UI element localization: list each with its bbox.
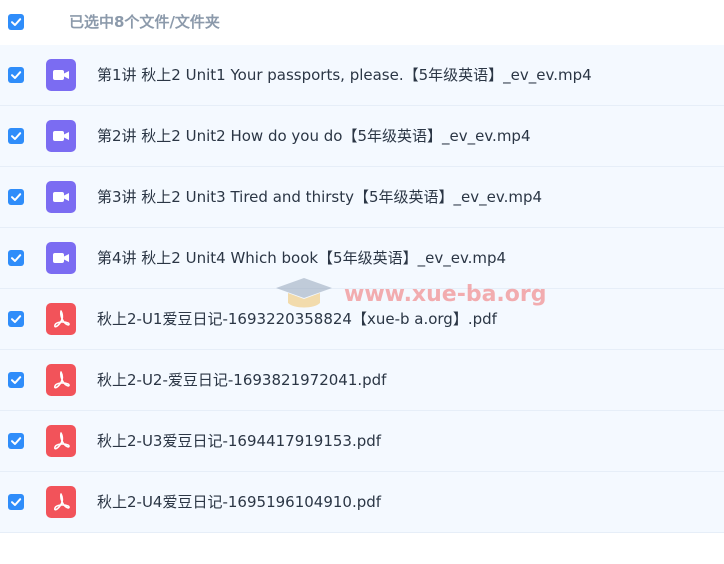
select-all-checkbox[interactable]	[8, 14, 24, 30]
pdf-file-icon	[46, 364, 76, 396]
file-row[interactable]: 秋上2-U4爱豆日记-1695196104910.pdf	[0, 472, 724, 533]
pdf-file-icon	[46, 303, 76, 335]
video-file-icon	[46, 242, 76, 274]
selection-header: 已选中8个文件/文件夹	[0, 0, 724, 45]
file-checkbox[interactable]	[8, 433, 24, 449]
pdf-file-icon	[46, 425, 76, 457]
file-checkbox[interactable]	[8, 494, 24, 510]
checkmark-icon	[11, 254, 22, 262]
pdf-file-icon	[46, 486, 76, 518]
file-name[interactable]: 秋上2-U2-爱豆日记-1693821972041.pdf	[97, 370, 386, 390]
file-checkbox[interactable]	[8, 189, 24, 205]
video-file-icon	[46, 59, 76, 91]
file-row[interactable]: 秋上2-U1爱豆日记-1693220358824【xue-b a.org】.pd…	[0, 289, 724, 350]
file-row[interactable]: 秋上2-U3爱豆日记-1694417919153.pdf	[0, 411, 724, 472]
file-name[interactable]: 秋上2-U1爱豆日记-1693220358824【xue-b a.org】.pd…	[97, 309, 497, 329]
file-row[interactable]: 第1讲 秋上2 Unit1 Your passports, please.【5年…	[0, 45, 724, 106]
checkmark-icon	[11, 132, 22, 140]
checkmark-icon	[11, 71, 22, 79]
file-list: 第1讲 秋上2 Unit1 Your passports, please.【5年…	[0, 45, 724, 533]
file-checkbox[interactable]	[8, 311, 24, 327]
checkmark-icon	[11, 437, 22, 445]
checkmark-icon	[11, 315, 22, 323]
file-name[interactable]: 第4讲 秋上2 Unit4 Which book【5年级英语】_ev_ev.mp…	[97, 248, 506, 268]
file-checkbox[interactable]	[8, 128, 24, 144]
file-name[interactable]: 第1讲 秋上2 Unit1 Your passports, please.【5年…	[97, 65, 592, 85]
file-row[interactable]: 第2讲 秋上2 Unit2 How do you do【5年级英语】_ev_ev…	[0, 106, 724, 167]
file-row[interactable]: 第3讲 秋上2 Unit3 Tired and thirsty【5年级英语】_e…	[0, 167, 724, 228]
file-checkbox[interactable]	[8, 67, 24, 83]
file-checkbox[interactable]	[8, 250, 24, 266]
file-name[interactable]: 秋上2-U4爱豆日记-1695196104910.pdf	[97, 492, 381, 512]
checkmark-icon	[11, 193, 22, 201]
file-row[interactable]: 第4讲 秋上2 Unit4 Which book【5年级英语】_ev_ev.mp…	[0, 228, 724, 289]
selection-count-label: 已选中8个文件/文件夹	[69, 13, 220, 31]
file-row[interactable]: 秋上2-U2-爱豆日记-1693821972041.pdf	[0, 350, 724, 411]
file-name[interactable]: 第2讲 秋上2 Unit2 How do you do【5年级英语】_ev_ev…	[97, 126, 531, 146]
video-file-icon	[46, 120, 76, 152]
checkmark-icon	[11, 376, 22, 384]
checkmark-icon	[11, 18, 22, 26]
file-name[interactable]: 秋上2-U3爱豆日记-1694417919153.pdf	[97, 431, 381, 451]
video-file-icon	[46, 181, 76, 213]
file-checkbox[interactable]	[8, 372, 24, 388]
file-name[interactable]: 第3讲 秋上2 Unit3 Tired and thirsty【5年级英语】_e…	[97, 187, 542, 207]
checkmark-icon	[11, 498, 22, 506]
